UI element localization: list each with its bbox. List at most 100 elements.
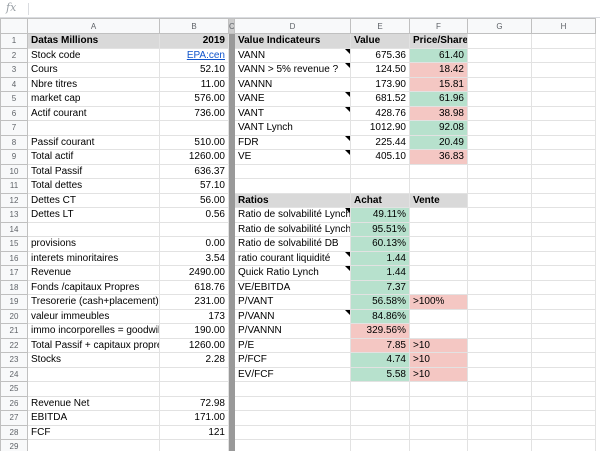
cell-a[interactable] (27, 221, 160, 237)
cell-g[interactable] (467, 352, 532, 368)
cell-b[interactable] (159, 120, 229, 136)
cell-f[interactable]: 20.49 (409, 134, 468, 150)
cell-h[interactable] (531, 163, 596, 179)
cell-g[interactable] (467, 178, 532, 194)
cell-f[interactable]: 61.96 (409, 91, 468, 107)
cell-a[interactable]: Passif courant (27, 134, 160, 150)
cell-h[interactable] (531, 381, 596, 397)
cell-h[interactable] (531, 47, 596, 63)
cell-g[interactable] (467, 337, 532, 353)
cell-b[interactable] (159, 439, 229, 451)
cell-f[interactable]: 15.81 (409, 76, 468, 92)
cell-g[interactable] (467, 207, 532, 223)
cell-f[interactable]: 18.42 (409, 62, 468, 78)
cell-a[interactable]: Revenue (27, 265, 160, 281)
cell-g[interactable] (467, 120, 532, 136)
cell-d[interactable]: VE (234, 149, 351, 165)
cell-b[interactable]: 0.56 (159, 207, 229, 223)
row-header[interactable]: 12 (0, 192, 28, 208)
formula-bar[interactable]: fx (0, 0, 600, 18)
column-header-d[interactable]: D (234, 18, 351, 34)
column-header-f[interactable]: F (409, 18, 468, 34)
cell-g[interactable] (467, 163, 532, 179)
cell-g[interactable] (467, 134, 532, 150)
row-header[interactable]: 26 (0, 395, 28, 411)
cell-a[interactable]: Dettes LT (27, 207, 160, 223)
cell-f[interactable]: 38.98 (409, 105, 468, 121)
cell-b[interactable]: 618.76 (159, 279, 229, 295)
row-header[interactable]: 15 (0, 236, 28, 252)
cell-g[interactable] (467, 33, 532, 49)
cell-b[interactable] (159, 221, 229, 237)
cell-h[interactable] (531, 323, 596, 339)
cell-a[interactable]: provisions (27, 236, 160, 252)
cell-h[interactable] (531, 76, 596, 92)
cell-a[interactable]: Revenue Net (27, 395, 160, 411)
cell-e[interactable]: Achat (350, 192, 410, 208)
cell-b[interactable]: 231.00 (159, 294, 229, 310)
cell-f[interactable] (409, 207, 468, 223)
row-header[interactable]: 6 (0, 105, 28, 121)
row-header[interactable]: 13 (0, 207, 28, 223)
cell-g[interactable] (467, 91, 532, 107)
cell-e[interactable]: 7.37 (350, 279, 410, 295)
cell-b[interactable]: 0.00 (159, 236, 229, 252)
cell-d[interactable]: Quick Ratio Lynch (234, 265, 351, 281)
cell-a[interactable] (27, 439, 160, 451)
cell-d[interactable]: VANT Lynch (234, 120, 351, 136)
row-header[interactable]: 18 (0, 279, 28, 295)
cell-f[interactable] (409, 178, 468, 194)
cell-h[interactable] (531, 439, 596, 451)
cell-a[interactable]: Total dettes (27, 178, 160, 194)
cell-e[interactable] (350, 439, 410, 451)
row-header[interactable]: 4 (0, 76, 28, 92)
cell-b[interactable]: 1260.00 (159, 337, 229, 353)
cell-d[interactable]: Ratios (234, 192, 351, 208)
cell-b[interactable]: 56.00 (159, 192, 229, 208)
cell-b[interactable]: 121 (159, 424, 229, 440)
cell-a[interactable]: market cap (27, 91, 160, 107)
cell-b[interactable] (159, 366, 229, 382)
cell-d[interactable]: P/VANN (234, 308, 351, 324)
cell-b[interactable]: 190.00 (159, 323, 229, 339)
cell-h[interactable] (531, 134, 596, 150)
row-header[interactable]: 2 (0, 47, 28, 63)
cell-h[interactable] (531, 149, 596, 165)
row-header[interactable]: 24 (0, 366, 28, 382)
cell-b[interactable]: 52.10 (159, 62, 229, 78)
spreadsheet-grid[interactable]: A B C D E F G H 1 Datas Millions 2019 Value… (0, 18, 600, 451)
cell-f[interactable] (409, 279, 468, 295)
cell-b[interactable]: 3.54 (159, 250, 229, 266)
cell-h[interactable] (531, 279, 596, 295)
cell-g[interactable] (467, 62, 532, 78)
cell-e[interactable]: 5.58 (350, 366, 410, 382)
cell-g[interactable] (467, 47, 532, 63)
cell-b[interactable]: 171.00 (159, 410, 229, 426)
cell-f[interactable] (409, 236, 468, 252)
cell-e[interactable]: 4.74 (350, 352, 410, 368)
cell-a[interactable]: EBITDA (27, 410, 160, 426)
cell-e[interactable]: 329.56% (350, 323, 410, 339)
cell-f[interactable]: 61.40 (409, 47, 468, 63)
cell-a[interactable]: FCF (27, 424, 160, 440)
cell-h[interactable] (531, 250, 596, 266)
row-header[interactable]: 21 (0, 323, 28, 339)
cell-e[interactable]: 1.44 (350, 250, 410, 266)
cell-h[interactable] (531, 62, 596, 78)
cell-f[interactable]: >10 (409, 366, 468, 382)
cell-f[interactable]: >100% (409, 294, 468, 310)
cell-g[interactable] (467, 308, 532, 324)
cell-e[interactable]: Value (350, 33, 410, 49)
cell-h[interactable] (531, 192, 596, 208)
cell-e[interactable]: 84.86% (350, 308, 410, 324)
cell-f[interactable] (409, 308, 468, 324)
cell-g[interactable] (467, 395, 532, 411)
cell-g[interactable] (467, 439, 532, 451)
column-header-g[interactable]: G (467, 18, 532, 34)
cell-a[interactable]: Total Passif (27, 163, 160, 179)
cell-g[interactable] (467, 192, 532, 208)
select-all-corner[interactable] (0, 18, 28, 34)
cell-d[interactable]: VANN > 5% revenue ? (234, 62, 351, 78)
cell-a[interactable] (27, 366, 160, 382)
cell-e[interactable]: 675.36 (350, 47, 410, 63)
